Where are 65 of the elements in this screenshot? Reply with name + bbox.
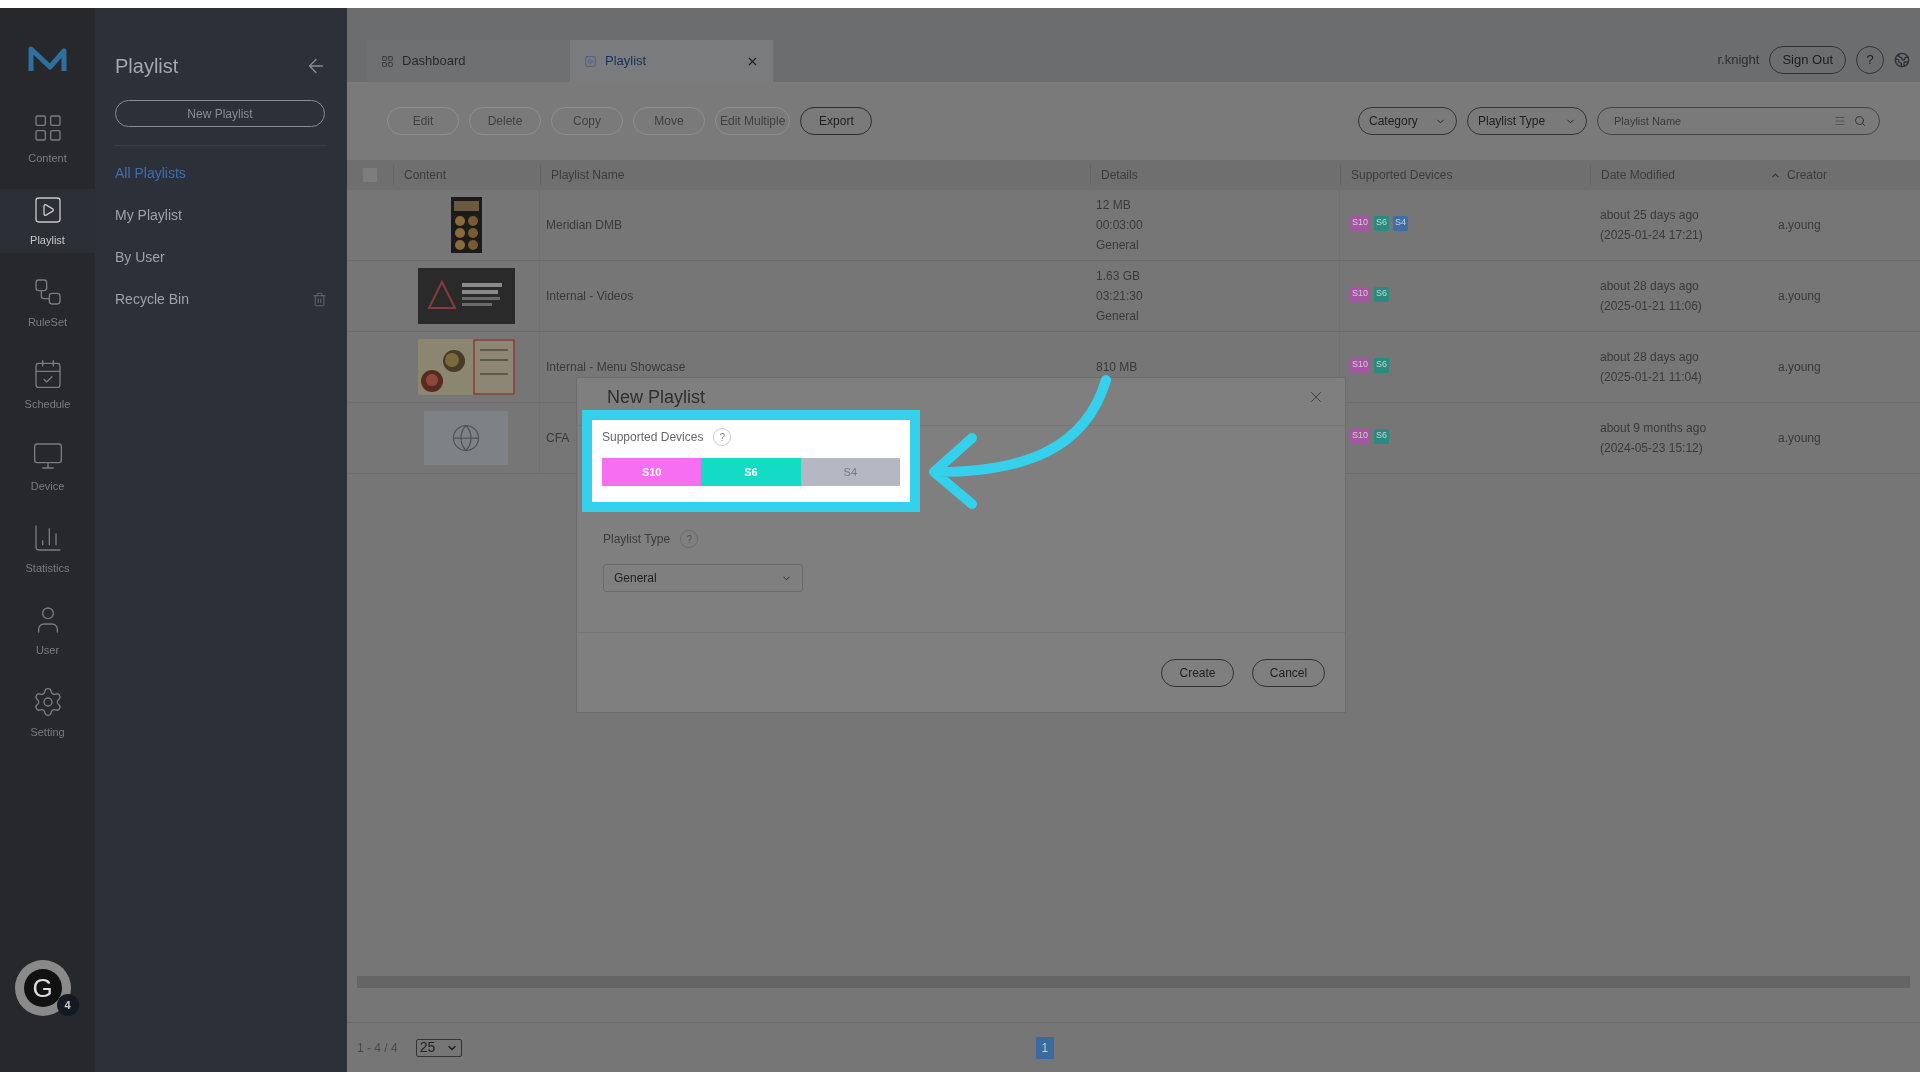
table-cell-text: a.young [1778, 359, 1821, 376]
table-cell-text: 00:03:00 [1096, 217, 1144, 234]
nav-item[interactable]: Content [0, 107, 95, 171]
panel-title: Playlist [115, 54, 179, 79]
nav-item[interactable]: Playlist [0, 189, 95, 253]
panel-item[interactable]: All Playlists [115, 162, 186, 184]
nav-item[interactable]: Schedule [0, 353, 95, 417]
play-square-icon [584, 54, 597, 68]
table-cell-text: about 9 months ago [1600, 420, 1708, 437]
device-tag: S6 [1374, 286, 1390, 302]
nav-item[interactable]: Setting [0, 681, 95, 745]
table-cell-text: Internal - Menu Showcase [546, 359, 686, 376]
device-tag: S6 [1374, 215, 1390, 231]
table-cell-text: about 28 days ago [1600, 278, 1700, 295]
panel-item[interactable]: By User [115, 246, 165, 268]
panel-item[interactable]: Recycle Bin [115, 288, 189, 310]
search-icon[interactable] [1854, 115, 1866, 127]
device-tag: S10 [1350, 215, 1370, 231]
tab[interactable]: Playlist [570, 40, 773, 82]
logo-icon [27, 45, 68, 73]
nav-item[interactable]: Device [0, 435, 95, 499]
user-name: r.knight [1717, 51, 1760, 70]
table-cell-text: a.young [1778, 217, 1821, 234]
nav-item[interactable]: User [0, 599, 95, 663]
list-icon[interactable] [1834, 115, 1846, 127]
nav-item[interactable]: Statistics [0, 517, 95, 581]
field-label: Playlist Type [603, 531, 671, 548]
table-cell-text: 810 MB [1096, 359, 1139, 376]
table-cell-text: Meridian DMB [546, 217, 623, 234]
panel-item[interactable]: My Playlist [115, 204, 182, 226]
device-tag: S6 [1374, 357, 1390, 373]
table-cell-text: General [1096, 308, 1140, 325]
table-cell-text: (2025-01-24 17:21) [1600, 227, 1704, 244]
device-tag: S10 [1350, 428, 1370, 444]
globe-icon[interactable] [1894, 52, 1910, 68]
table-cell-text: a.young [1778, 288, 1821, 305]
table-cell-text: General [1096, 237, 1140, 254]
device-tag: S10 [1350, 357, 1370, 373]
table-cell-text: (2025-01-21 11:04) [1600, 369, 1703, 386]
table-cell-text: about 25 days ago [1600, 207, 1700, 224]
playlist-type-select[interactable]: General [603, 564, 803, 592]
dialog-title: New Playlist [607, 386, 706, 409]
field-label: Supported Devices [602, 429, 704, 446]
table-cell-text: Internal - Videos [546, 288, 634, 305]
table-cell-text: 03:21:30 [1096, 288, 1144, 305]
trash-icon[interactable] [312, 291, 327, 307]
device-toggle[interactable]: S4 [800, 458, 900, 486]
device-toggle[interactable]: S10 [602, 458, 702, 486]
nav-item[interactable]: RuleSet [0, 271, 95, 335]
count-badge: 4 [56, 994, 79, 1016]
table-cell-text: (2024-05-23 15:12) [1600, 440, 1704, 457]
globe-icon [451, 423, 481, 453]
page-button[interactable]: 1 [1035, 1036, 1054, 1059]
table-cell-text: about 28 days ago [1600, 349, 1700, 366]
device-tag: S6 [1374, 428, 1390, 444]
table-cell-text: (2025-01-21 11:06) [1600, 298, 1703, 315]
device-tag: S10 [1350, 286, 1370, 302]
grid-icon [381, 54, 394, 68]
table-cell-text: a.young [1778, 430, 1821, 447]
table-cell-text: 12 MB [1096, 197, 1132, 214]
search-field[interactable]: Playlist Name [1597, 107, 1880, 135]
page-size-select[interactable]: 25 [415, 1038, 462, 1057]
device-tag: S4 [1393, 215, 1409, 231]
table-cell-text: 1.63 GB [1096, 268, 1142, 285]
table-cell-text: CFA [546, 430, 570, 447]
